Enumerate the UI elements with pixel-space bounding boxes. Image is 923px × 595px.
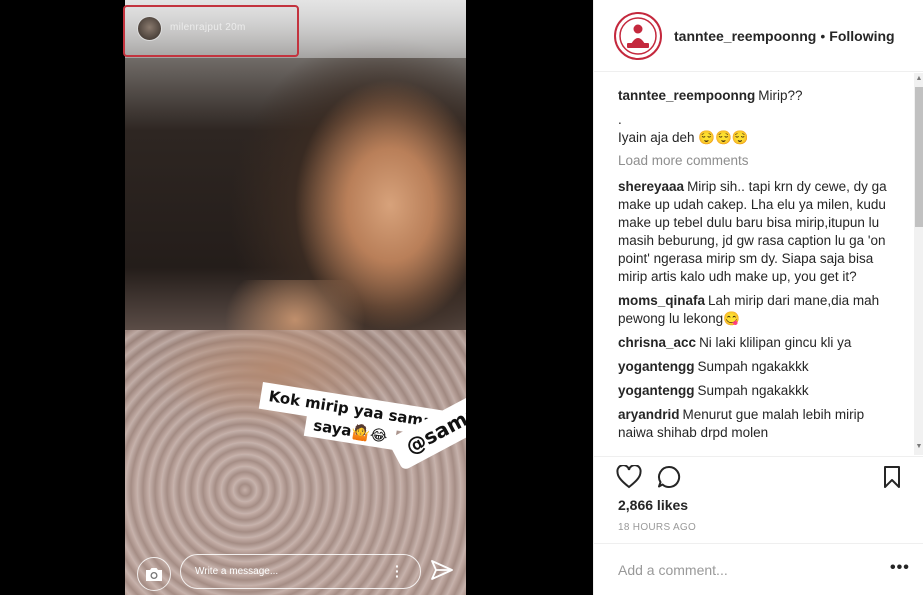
caption-text: Mirip?? xyxy=(758,88,803,103)
comment-item: moms_qinafa Lah mirip dari mane,dia mah p… xyxy=(618,292,898,328)
caption-username[interactable]: tanntee_reempoonng xyxy=(618,88,755,103)
comment-text: Mirip sih.. tapi krn dy cewe, dy ga make… xyxy=(618,179,887,284)
comment-item: yogantengg Sumpah ngakakkk xyxy=(618,358,898,376)
bookmark-icon[interactable] xyxy=(883,465,901,489)
story-message-field: Write a message... xyxy=(180,554,421,589)
post-panel: tanntee_reempoonng • Following tanntee_ree… xyxy=(593,0,923,595)
comment-username[interactable]: aryandrid xyxy=(618,407,680,422)
comment-username[interactable]: yogantengg xyxy=(618,359,695,374)
header-username[interactable]: tanntee_reempoonng xyxy=(674,28,816,44)
heart-icon[interactable] xyxy=(616,465,642,489)
comment-username[interactable]: chrisna_acc xyxy=(618,335,696,350)
load-more-comments[interactable]: Load more comments xyxy=(618,153,898,168)
comment-item: aryandrid Menurut gue malah lebih mirip n… xyxy=(618,406,898,442)
comment-item: yogantengg Sumpah ngakakkk xyxy=(618,382,898,400)
comments-scrollbar[interactable]: ▲ ▼ xyxy=(914,73,923,455)
comment-item: shereyaaa Mirip sih.. tapi krn dy cewe, d… xyxy=(618,178,898,286)
comment-item: chrisna_acc Ni laki klilipan gincu kli ya xyxy=(618,334,898,352)
comment-username[interactable]: moms_qinafa xyxy=(618,293,705,308)
post-media: milenrajput 20m Kok mirip yaa sama saya🤷… xyxy=(0,0,593,595)
post-header: tanntee_reempoonng • Following xyxy=(594,0,923,72)
comments-list: tanntee_reempoonng Mirip?? . Iyain aja de… xyxy=(594,73,912,455)
brand-logo-icon xyxy=(619,17,657,55)
header-line: tanntee_reempoonng • Following xyxy=(674,28,895,44)
comment-text: Sumpah ngakakkk xyxy=(697,383,809,398)
camera-icon xyxy=(137,557,171,591)
post-caption: tanntee_reempoonng Mirip?? xyxy=(618,87,898,105)
caption-line3: Iyain aja deh 😌😌😌 xyxy=(618,130,749,145)
story-reply-bar: Write a message... · · · xyxy=(125,548,466,595)
comment-icon[interactable] xyxy=(657,465,681,489)
add-comment-input[interactable]: Add a comment... xyxy=(618,562,728,578)
scroll-thumb[interactable] xyxy=(915,87,923,227)
comment-text: Ni laki klilipan gincu kli ya xyxy=(699,335,852,350)
comment-username[interactable]: yogantengg xyxy=(618,383,695,398)
likes-count[interactable]: 2,866 likes xyxy=(618,497,688,513)
post-timestamp: 18 HOURS AGO xyxy=(618,522,697,533)
following-button[interactable]: Following xyxy=(829,28,894,44)
comment-username[interactable]: shereyaaa xyxy=(618,179,684,194)
more-options-icon[interactable]: ••• xyxy=(890,559,910,577)
scroll-up-arrow-icon[interactable]: ▲ xyxy=(915,75,923,85)
scroll-down-arrow-icon[interactable]: ▼ xyxy=(915,443,923,453)
action-bar xyxy=(594,456,923,496)
comment-text: Sumpah ngakakkk xyxy=(697,359,809,374)
caption-line2: . xyxy=(618,112,622,127)
send-icon xyxy=(431,560,453,585)
story-screenshot: milenrajput 20m Kok mirip yaa sama saya🤷… xyxy=(125,0,466,595)
username-highlight-box xyxy=(123,5,299,57)
profile-avatar[interactable] xyxy=(614,12,662,60)
header-separator: • xyxy=(820,28,826,44)
add-comment-bar: Add a comment... ••• xyxy=(594,543,923,595)
more-vertical-icon: · · · xyxy=(395,558,400,584)
